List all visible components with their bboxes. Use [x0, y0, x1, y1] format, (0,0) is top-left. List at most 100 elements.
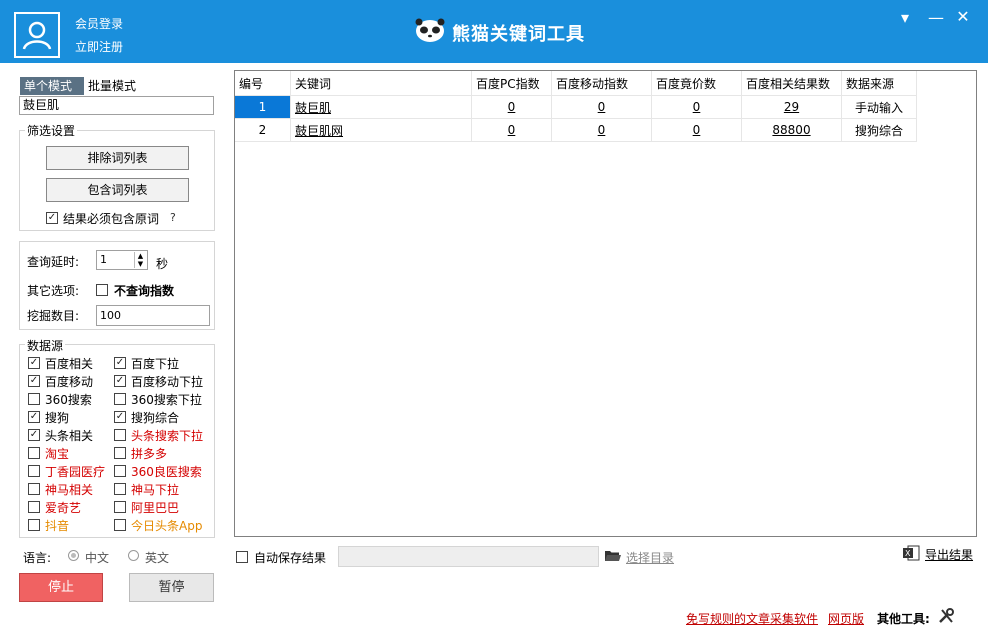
keyword-input[interactable]: 鼓巨肌 [19, 96, 214, 115]
must-include-label: 结果必须包含原词 [63, 212, 160, 226]
source-checkbox[interactable]: ✓ [28, 429, 40, 441]
source-label: 360搜索下拉 [131, 393, 202, 407]
cell-id: 2 [235, 118, 291, 142]
cell-bid-count[interactable]: 0 [651, 95, 742, 119]
col-header-result-count[interactable]: 百度相关结果数 [741, 71, 842, 96]
include-words-button[interactable]: 包含词列表 [46, 178, 189, 202]
filter-settings-title: 筛选设置 [25, 122, 78, 139]
delay-spinner[interactable]: 1 ▲ ▼ [96, 250, 148, 270]
no-index-label: 不查询指数 [114, 284, 175, 298]
source-checkbox[interactable] [114, 501, 126, 513]
source-label: 百度移动下拉 [131, 375, 204, 389]
table-row[interactable]: 1 鼓巨肌 0 0 0 29 手动输入 [235, 95, 917, 119]
source-checkbox[interactable] [114, 429, 126, 441]
english-label: 英文 [145, 551, 170, 565]
stop-button[interactable]: 停止 [19, 573, 103, 602]
login-link[interactable]: 会员登录 [75, 15, 123, 32]
export-results-link[interactable]: 导出结果 [925, 546, 973, 563]
source-checkbox[interactable] [28, 483, 40, 495]
choose-directory-link[interactable]: 选择目录 [626, 549, 674, 566]
source-checkbox[interactable] [28, 447, 40, 459]
source-label: 360搜索 [45, 393, 92, 407]
cell-pc-index[interactable]: 0 [471, 95, 552, 119]
col-header-keyword[interactable]: 关键词 [290, 71, 472, 96]
source-checkbox[interactable] [114, 483, 126, 495]
svg-text:X: X [905, 549, 911, 558]
source-label: 头条相关 [45, 429, 94, 443]
source-checkbox[interactable]: ✓ [28, 375, 40, 387]
source-label: 360良医搜索 [131, 465, 202, 479]
source-label: 搜狗 [45, 411, 70, 425]
close-button[interactable]: ✕ [953, 7, 973, 26]
source-checkbox[interactable] [28, 519, 40, 531]
other-tools-label: 其他工具: [877, 612, 930, 626]
source-label: 百度移动 [45, 375, 94, 389]
register-link[interactable]: 立即注册 [75, 38, 123, 55]
autosave-checkbox[interactable] [236, 551, 248, 563]
source-checkbox[interactable]: ✓ [114, 357, 126, 369]
tab-single-mode[interactable]: 单个模式 [20, 77, 84, 95]
source-checkbox[interactable]: ✓ [28, 357, 40, 369]
source-label: 抖音 [45, 519, 70, 533]
cell-result-count[interactable]: 29 [741, 95, 842, 119]
depth-input[interactable]: 100 [96, 305, 210, 326]
source-label: 百度相关 [45, 357, 94, 371]
source-label: 拼多多 [131, 447, 168, 461]
promo-link[interactable]: 免写规则的文章采集软件 [686, 610, 818, 627]
source-checkbox[interactable] [114, 519, 126, 531]
cell-pc-index[interactable]: 0 [471, 118, 552, 142]
save-path-field[interactable] [338, 546, 599, 567]
source-label: 神马相关 [45, 483, 94, 497]
minimize-button[interactable]: — [926, 8, 946, 27]
tools-icon[interactable] [938, 608, 956, 627]
delay-label: 查询延时: [27, 255, 80, 269]
source-label: 淘宝 [45, 447, 70, 461]
source-checkbox[interactable] [28, 393, 40, 405]
source-checkbox[interactable] [114, 465, 126, 477]
pause-button[interactable]: 暂停 [129, 573, 214, 602]
panda-logo-icon [414, 18, 446, 47]
cell-keyword[interactable]: 鼓巨肌 [290, 95, 472, 119]
col-header-pc-index[interactable]: 百度PC指数 [471, 71, 552, 96]
source-checkbox[interactable] [28, 501, 40, 513]
source-checkbox[interactable] [114, 447, 126, 459]
user-avatar-icon[interactable] [14, 12, 60, 58]
source-checkbox[interactable] [28, 465, 40, 477]
delay-unit: 秒 [156, 257, 169, 271]
table-row[interactable]: 2 鼓巨肌网 0 0 0 88800 搜狗综合 [235, 118, 917, 142]
col-header-bid-count[interactable]: 百度竟价数 [651, 71, 742, 96]
help-icon[interactable]: ? [170, 211, 176, 224]
no-index-checkbox[interactable] [96, 284, 108, 296]
source-label: 搜狗综合 [131, 411, 180, 425]
source-checkbox[interactable] [114, 393, 126, 405]
source-checkbox[interactable]: ✓ [28, 411, 40, 423]
cell-keyword[interactable]: 鼓巨肌网 [290, 118, 472, 142]
autosave-label: 自动保存结果 [254, 551, 327, 565]
results-table-area[interactable]: 编号 关键词 百度PC指数 百度移动指数 百度竟价数 百度相关结果数 数据来源 … [234, 70, 977, 537]
source-checkbox[interactable]: ✓ [114, 375, 126, 387]
cell-mobile-index[interactable]: 0 [551, 118, 652, 142]
web-version-link[interactable]: 网页版 [828, 610, 864, 627]
excel-export-icon[interactable]: X [903, 545, 920, 564]
source-label: 百度下拉 [131, 357, 180, 371]
spinner-arrows-icon[interactable]: ▲ ▼ [134, 252, 146, 268]
language-label: 语言: [23, 551, 52, 565]
cell-result-count[interactable]: 88800 [741, 118, 842, 142]
dropdown-menu-button[interactable]: ▾ [895, 8, 915, 27]
source-label: 头条搜索下拉 [131, 429, 204, 443]
tab-batch-mode[interactable]: 批量模式 [84, 77, 140, 95]
radio-chinese[interactable] [68, 550, 79, 561]
col-header-mobile-index[interactable]: 百度移动指数 [551, 71, 652, 96]
data-source-title: 数据源 [25, 337, 66, 354]
folder-icon[interactable] [604, 549, 621, 566]
cell-mobile-index[interactable]: 0 [551, 95, 652, 119]
exclude-words-button[interactable]: 排除词列表 [46, 146, 189, 170]
must-include-checkbox[interactable]: ✓ [46, 212, 58, 224]
cell-bid-count[interactable]: 0 [651, 118, 742, 142]
radio-english[interactable] [128, 550, 139, 561]
chinese-label: 中文 [85, 551, 110, 565]
cell-id: 1 [235, 95, 291, 119]
col-header-source[interactable]: 数据来源 [841, 71, 917, 96]
col-header-id[interactable]: 编号 [235, 71, 291, 96]
source-checkbox[interactable]: ✓ [114, 411, 126, 423]
